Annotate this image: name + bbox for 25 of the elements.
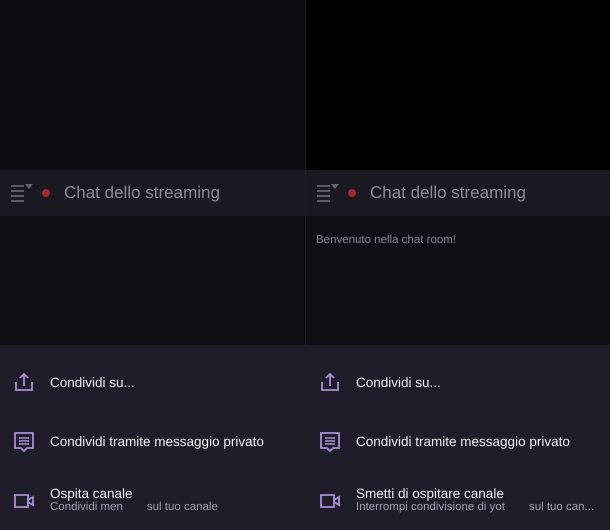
- action-item[interactable]: Condividi su...: [306, 353, 610, 412]
- chat-filter-icon[interactable]: [10, 182, 34, 203]
- action-description: Interrompi condivisione di yot: [356, 501, 505, 516]
- action-label: Condividi su...: [50, 374, 135, 390]
- chat-filter-icon[interactable]: [316, 182, 340, 203]
- live-dot-icon: [42, 188, 50, 197]
- action-description: sul tuo canale: [146, 501, 218, 516]
- action-item[interactable]: Condividi tramite messaggio privato: [0, 412, 305, 471]
- message-icon: [12, 430, 36, 454]
- message-icon: [318, 430, 342, 454]
- action-label: Condividi tramite messaggio privato: [356, 434, 570, 450]
- action-label: Ospita canale: [50, 486, 134, 502]
- action-description: Condividi men: [50, 501, 123, 516]
- action-label: Condividi su...: [356, 374, 441, 390]
- action-label: Condividi tramite messaggio privato: [50, 434, 264, 450]
- action-item[interactable]: Ospita canale Condividi men sul tuo canale: [0, 471, 305, 530]
- action-item[interactable]: Smetti di ospitare canale Interrompi condivisione di yot sul tuo can...: [306, 471, 610, 530]
- action-item[interactable]: Condividi su...: [0, 353, 305, 412]
- chat-title: Chat dello streaming: [64, 182, 220, 204]
- action-label: Smetti di ospitare canale: [356, 486, 505, 502]
- action-item[interactable]: Condividi tramite messaggio privato: [306, 412, 610, 471]
- chat-title: Chat dello streaming: [370, 182, 526, 204]
- live-dot-icon: [348, 188, 356, 197]
- chat-message: Benvenuto nella chat room!: [316, 232, 458, 248]
- action-description: sul tuo can...: [528, 501, 594, 516]
